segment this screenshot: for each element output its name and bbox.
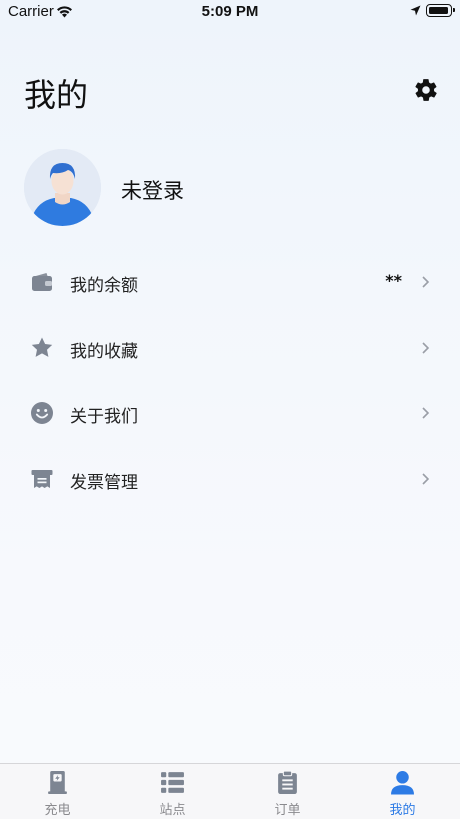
invoice-icon [31, 469, 53, 488]
battery-icon [426, 4, 455, 17]
menu-item-invoice[interactable]: 发票管理 [0, 446, 460, 512]
tab-orders[interactable]: 订单 [230, 764, 345, 819]
menu-item-label: 我的余额 [70, 276, 138, 296]
list-icon [161, 772, 184, 793]
status-bar: Carrier 5:09 PM [0, 0, 460, 24]
chevron-right-icon [422, 472, 430, 485]
page-title: 我的 [24, 76, 89, 114]
settings-menu: 我的余额 ** 我的收藏 关于我们 发票管理 [0, 249, 460, 511]
menu-item-label: 关于我们 [70, 407, 138, 427]
tab-label: 站点 [159, 803, 186, 818]
gear-icon[interactable] [413, 77, 439, 103]
user-avatar-icon [24, 149, 101, 226]
tab-stations[interactable]: 站点 [115, 764, 230, 819]
login-status-text[interactable]: 未登录 [121, 175, 184, 205]
balance-value: ** [385, 271, 402, 290]
tab-charging[interactable]: 充电 [0, 764, 115, 819]
chevron-right-icon [422, 341, 430, 354]
tab-label: 我的 [389, 803, 416, 818]
status-time: 5:09 PM [201, 3, 259, 20]
wallet-icon [32, 273, 52, 291]
person-icon [391, 771, 414, 795]
smiley-icon [31, 402, 53, 424]
avatar[interactable] [24, 149, 101, 226]
charging-station-icon [48, 771, 67, 794]
clipboard-icon [278, 770, 297, 794]
tab-label: 充电 [44, 803, 71, 818]
tab-label: 订单 [274, 803, 301, 818]
tab-bar: 充电 站点 订单 我的 [0, 763, 460, 819]
menu-item-about[interactable]: 关于我们 [0, 380, 460, 446]
menu-item-favorites[interactable]: 我的收藏 [0, 315, 460, 381]
star-icon [31, 337, 53, 357]
chevron-right-icon [422, 276, 430, 288]
menu-item-label: 发票管理 [70, 472, 138, 493]
menu-item-label: 我的收藏 [70, 341, 138, 362]
tab-mine[interactable]: 我的 [345, 764, 460, 819]
menu-item-balance[interactable]: 我的余额 ** [0, 249, 460, 315]
chevron-right-icon [422, 407, 430, 419]
location-arrow-icon [410, 5, 421, 16]
